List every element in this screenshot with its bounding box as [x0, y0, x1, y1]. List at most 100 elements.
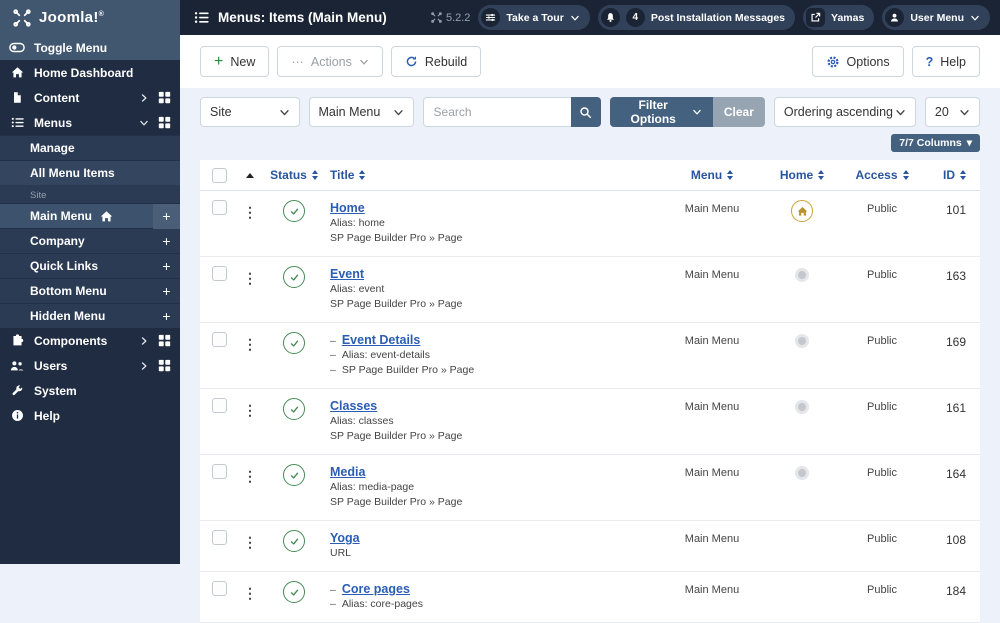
home-unset-icon[interactable] — [762, 464, 842, 480]
toggle-menu-button[interactable]: Toggle Menu — [0, 35, 180, 60]
sidebar-menu-hidden-menu[interactable]: Hidden Menu + — [0, 303, 180, 328]
add-menu-item-button[interactable]: + — [153, 254, 180, 279]
grid-icon[interactable] — [158, 91, 171, 104]
item-id: 101 — [922, 200, 980, 217]
item-id: 161 — [922, 398, 980, 415]
status-published[interactable] — [264, 530, 324, 552]
status-published[interactable] — [264, 464, 324, 486]
columns-toggle-button[interactable]: 7/7 Columns ▾ — [891, 134, 980, 152]
site-select[interactable]: Site — [200, 97, 300, 127]
question-icon: ? — [926, 55, 934, 69]
options-button[interactable]: Options — [812, 46, 904, 77]
add-menu-item-button[interactable]: + — [153, 279, 180, 304]
item-title-link[interactable]: Event — [330, 267, 364, 281]
ellipsis-icon: ··· — [291, 55, 304, 69]
home-unset-icon[interactable] — [762, 398, 842, 414]
id-column-header[interactable]: ID — [922, 168, 980, 182]
title-column-header[interactable]: Title — [324, 168, 662, 182]
sidebar-menu-company[interactable]: Company + — [0, 228, 180, 253]
status-published[interactable] — [264, 332, 324, 354]
status-published[interactable] — [264, 398, 324, 420]
access-column-header[interactable]: Access — [842, 168, 922, 182]
add-menu-item-button[interactable]: + — [153, 204, 180, 229]
row-checkbox[interactable] — [212, 398, 227, 413]
user-menu-button[interactable]: User Menu — [882, 5, 990, 30]
item-title-link[interactable]: Home — [330, 201, 365, 215]
puzzle-icon — [9, 334, 25, 347]
drag-handle[interactable]: ⋮ — [236, 581, 264, 602]
submenu-item-manage[interactable]: Manage — [0, 135, 180, 160]
search-button[interactable] — [571, 97, 601, 127]
drag-handle[interactable]: ⋮ — [236, 530, 264, 551]
post-installation-messages-button[interactable]: 4 Post Installation Messages — [598, 5, 795, 30]
row-checkbox[interactable] — [212, 581, 227, 596]
status-published[interactable] — [264, 200, 324, 222]
home-column-header[interactable]: Home — [762, 168, 842, 182]
sidebar-item-help[interactable]: Help — [0, 403, 180, 428]
table-row: ⋮ Classes Alias: classes SP Page Builder… — [200, 389, 980, 455]
sidebar-menu-main-menu[interactable]: Main Menu + — [0, 203, 180, 228]
sidebar-item-menus[interactable]: Menus — [0, 110, 180, 135]
item-title-link[interactable]: Media — [330, 465, 365, 479]
drag-handle[interactable]: ⋮ — [236, 266, 264, 287]
item-id: 169 — [922, 332, 980, 349]
item-access: Public — [842, 464, 922, 479]
item-access: Public — [842, 530, 922, 545]
row-checkbox[interactable] — [212, 200, 227, 215]
add-menu-item-button[interactable]: + — [153, 304, 180, 329]
row-checkbox[interactable] — [212, 266, 227, 281]
filter-options-button[interactable]: Filter Options — [610, 97, 713, 127]
rebuild-button[interactable]: Rebuild — [391, 46, 481, 77]
drag-handle[interactable]: ⋮ — [236, 200, 264, 221]
status-published[interactable] — [264, 266, 324, 288]
item-title-link[interactable]: Classes — [330, 399, 377, 413]
grid-icon[interactable] — [158, 334, 171, 347]
add-menu-item-button[interactable]: + — [153, 229, 180, 254]
item-access: Public — [842, 581, 922, 596]
grid-icon[interactable] — [158, 359, 171, 372]
users-icon — [9, 359, 25, 373]
item-title-link[interactable]: Event Details — [342, 333, 421, 347]
submenu-item-all-menu-items[interactable]: All Menu Items — [0, 160, 180, 185]
sidebar-item-content[interactable]: Content — [0, 85, 180, 110]
home-icon — [9, 66, 25, 79]
sort-icon — [312, 170, 318, 180]
sidebar-item-components[interactable]: Components — [0, 328, 180, 353]
sidebar-menu-quick-links[interactable]: Quick Links + — [0, 253, 180, 278]
drag-handle[interactable]: ⋮ — [236, 398, 264, 419]
row-checkbox[interactable] — [212, 332, 227, 347]
row-checkbox[interactable] — [212, 530, 227, 545]
ordering-select[interactable]: Ordering ascending — [774, 97, 916, 127]
help-button[interactable]: ? Help — [912, 46, 980, 77]
item-menu: Main Menu — [662, 398, 762, 413]
menu-select[interactable]: Main Menu — [309, 97, 414, 127]
select-all-checkbox[interactable] — [212, 168, 227, 183]
new-button[interactable]: + New — [200, 46, 269, 77]
home-unset-icon[interactable] — [762, 266, 842, 282]
actions-button[interactable]: ··· Actions — [277, 46, 383, 77]
item-title-link[interactable]: Core pages — [342, 582, 410, 596]
ordering-sort-header[interactable] — [236, 173, 264, 178]
sidebar-menu-bottom-menu[interactable]: Bottom Menu + — [0, 278, 180, 303]
limit-select[interactable]: 20 — [925, 97, 980, 127]
status-column-header[interactable]: Status — [264, 168, 324, 182]
child-indent-marker: – — [330, 584, 336, 596]
grid-icon[interactable] — [158, 116, 171, 129]
clear-button[interactable]: Clear — [713, 97, 765, 127]
drag-handle[interactable]: ⋮ — [236, 464, 264, 485]
site-preview-button[interactable]: Yamas — [803, 5, 874, 30]
status-published[interactable] — [264, 581, 324, 603]
sidebar-item-users[interactable]: Users — [0, 353, 180, 378]
item-title-link[interactable]: Yoga — [330, 531, 360, 545]
home-default-icon[interactable] — [762, 200, 842, 222]
item-type: SP Page Builder Pro » Page — [330, 495, 662, 510]
sidebar-item-home-dashboard[interactable]: Home Dashboard — [0, 60, 180, 85]
menu-column-header[interactable]: Menu — [662, 168, 762, 182]
sidebar-item-system[interactable]: System — [0, 378, 180, 403]
search-input[interactable] — [423, 97, 571, 127]
chevron-down-icon — [959, 107, 970, 118]
take-a-tour-button[interactable]: Take a Tour — [478, 5, 589, 30]
home-unset-icon[interactable] — [762, 332, 842, 348]
row-checkbox[interactable] — [212, 464, 227, 479]
drag-handle[interactable]: ⋮ — [236, 332, 264, 353]
